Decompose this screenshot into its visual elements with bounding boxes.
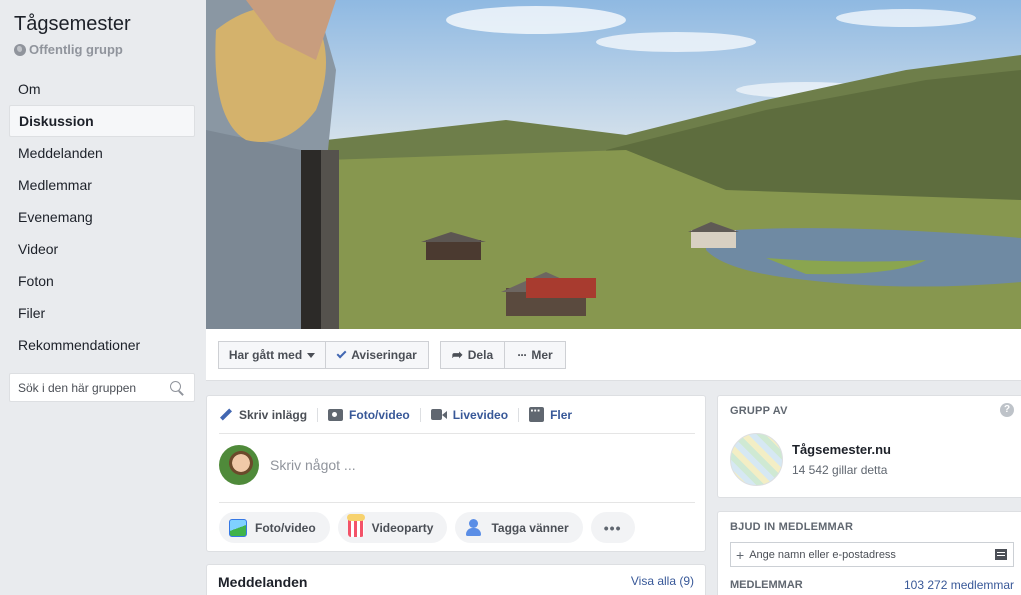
more-label: Mer bbox=[531, 348, 553, 362]
photo-video-label: Foto/video bbox=[255, 520, 316, 535]
popcorn-icon bbox=[346, 513, 365, 537]
more-button[interactable]: ··· Mer bbox=[504, 341, 566, 369]
privacy-label: Offentlig grupp bbox=[29, 42, 123, 57]
tab-divider bbox=[317, 407, 319, 422]
video-camera-icon bbox=[430, 409, 447, 420]
tab-divider bbox=[518, 407, 520, 422]
tab-write-post[interactable]: Skriv inlägg bbox=[219, 408, 317, 422]
photo-icon bbox=[229, 518, 247, 537]
globe-icon bbox=[14, 43, 26, 56]
group-nav: Om Diskussion Meddelanden Medlemmar Even… bbox=[9, 73, 195, 361]
tag-friends-label: Tagga vänner bbox=[491, 520, 569, 535]
more-dots-icon: ··· bbox=[517, 348, 527, 362]
photo-video-button[interactable]: Foto/video bbox=[219, 512, 330, 543]
chevron-down-icon bbox=[307, 352, 316, 358]
ellipsis-icon: ••• bbox=[603, 519, 622, 536]
video-party-label: Videoparty bbox=[371, 520, 434, 535]
invite-input[interactable]: + Ange namn eller e-postadress bbox=[730, 542, 1014, 567]
nav-item-photos[interactable]: Foton bbox=[9, 265, 195, 297]
tab-more[interactable]: Fler bbox=[529, 403, 582, 422]
tag-people-icon bbox=[465, 518, 483, 537]
page-name-link[interactable]: Tågsemester.nu bbox=[792, 442, 891, 457]
tab-photo-video[interactable]: Foto/video bbox=[328, 408, 420, 422]
members-header: MEDLEMMAR bbox=[730, 579, 803, 591]
nav-item-videos[interactable]: Videor bbox=[9, 233, 195, 265]
group-by-card: GRUPP AV ? Tågsemester.nu 14 542 gillar … bbox=[717, 395, 1021, 498]
composer-tabs: Skriv inlägg Foto/video Livevideo Fler bbox=[219, 396, 695, 434]
composer-divider bbox=[219, 502, 695, 503]
invite-members-card: BJUD IN MEDLEMMAR + Ange namn eller e-po… bbox=[717, 511, 1021, 595]
share-icon: ➦ bbox=[451, 347, 463, 362]
composer-quick-actions: Foto/video Videoparty Tagga vänner ••• bbox=[219, 512, 635, 543]
group-by-header: GRUPP AV bbox=[730, 405, 788, 417]
nav-item-discussion[interactable]: Diskussion bbox=[9, 105, 195, 137]
see-all-link[interactable]: Visa alla (9) bbox=[631, 574, 694, 588]
cover-photo[interactable] bbox=[206, 0, 1021, 329]
tab-more-label: Fler bbox=[550, 407, 573, 422]
page-likes-count: 14 542 gillar detta bbox=[792, 463, 888, 477]
announcements-card: Meddelanden Visa alla (9) bbox=[206, 564, 706, 595]
group-action-bar: Har gått med Aviseringar ➦ Dela ··· Mer bbox=[206, 329, 1021, 381]
notifications-button[interactable]: Aviseringar bbox=[325, 341, 429, 369]
invite-header: BJUD IN MEDLEMMAR bbox=[730, 521, 854, 533]
more-options-button[interactable]: ••• bbox=[590, 512, 635, 543]
announcements-title: Meddelanden bbox=[218, 574, 308, 590]
left-sidebar: Tågsemester Offentlig grupp Om Diskussio… bbox=[0, 0, 206, 595]
user-avatar[interactable] bbox=[219, 445, 259, 485]
members-count-link[interactable]: 103 272 medlemmar bbox=[904, 578, 1014, 592]
nav-item-recommendations[interactable]: Rekommendationer bbox=[9, 329, 195, 361]
nav-item-files[interactable]: Filer bbox=[9, 297, 195, 329]
joined-button[interactable]: Har gått med bbox=[218, 341, 326, 369]
joined-label: Har gått med bbox=[228, 348, 303, 362]
tab-photo-video-label: Foto/video bbox=[349, 407, 410, 422]
notifications-label: Aviseringar bbox=[351, 348, 417, 362]
nav-item-events[interactable]: Evenemang bbox=[9, 201, 195, 233]
plus-icon: + bbox=[736, 546, 745, 563]
more-icon bbox=[529, 403, 545, 422]
nav-item-announcements[interactable]: Meddelanden bbox=[9, 137, 195, 169]
tab-divider bbox=[419, 407, 421, 422]
share-button[interactable]: ➦ Dela bbox=[440, 341, 505, 369]
group-title[interactable]: Tågsemester bbox=[14, 13, 131, 36]
pencil-icon bbox=[219, 408, 233, 422]
tag-friends-button[interactable]: Tagga vänner bbox=[455, 512, 583, 543]
group-search-placeholder: Sök i den här gruppen bbox=[18, 380, 137, 395]
contact-list-icon[interactable] bbox=[995, 549, 1007, 560]
nav-item-members[interactable]: Medlemmar bbox=[9, 169, 195, 201]
search-icon[interactable] bbox=[168, 379, 186, 397]
help-icon[interactable]: ? bbox=[1000, 403, 1014, 417]
group-privacy: Offentlig grupp bbox=[14, 42, 123, 57]
group-search-input[interactable]: Sök i den här gruppen bbox=[9, 373, 195, 402]
nav-item-about[interactable]: Om bbox=[9, 73, 195, 105]
page-avatar[interactable] bbox=[730, 433, 783, 486]
composer-input[interactable]: Skriv något ... bbox=[270, 457, 356, 473]
check-icon bbox=[336, 348, 347, 359]
cover-landscape-illustration bbox=[206, 0, 1021, 329]
share-label: Dela bbox=[467, 348, 494, 362]
tab-write-post-label: Skriv inlägg bbox=[239, 407, 308, 422]
post-composer: Skriv inlägg Foto/video Livevideo Fler S… bbox=[206, 395, 706, 552]
invite-placeholder: Ange namn eller e-postadress bbox=[749, 548, 896, 561]
tab-live-video[interactable]: Livevideo bbox=[430, 407, 518, 422]
camera-icon bbox=[328, 408, 344, 421]
tab-live-video-label: Livevideo bbox=[452, 407, 509, 422]
video-party-button[interactable]: Videoparty bbox=[337, 512, 448, 543]
